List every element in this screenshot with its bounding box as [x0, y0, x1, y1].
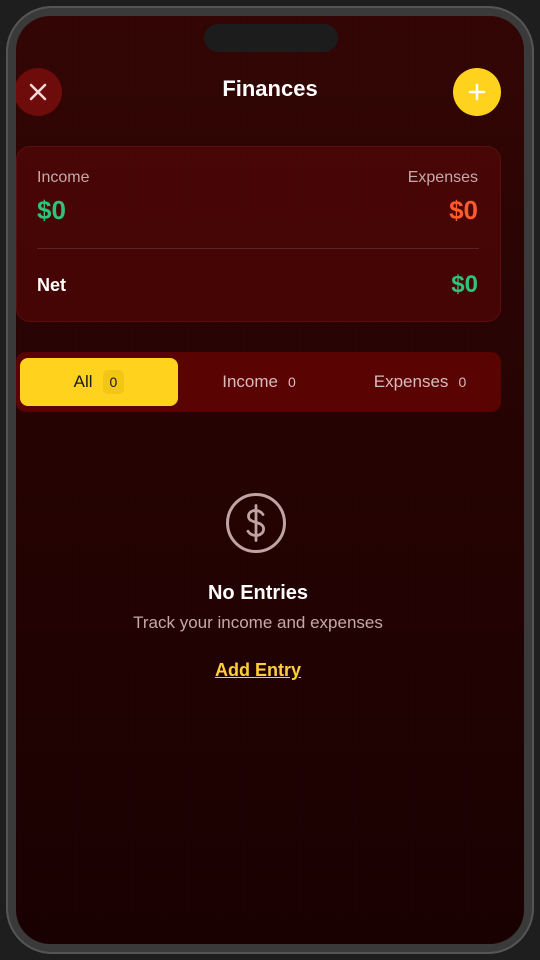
add-button[interactable] [453, 68, 501, 116]
net-label: Net [37, 275, 67, 295]
expenses-amount: $0 [449, 195, 478, 225]
dollar-circle-icon [226, 493, 286, 553]
income-amount: $0 [37, 195, 66, 225]
empty-state-title: No Entries [207, 582, 309, 604]
filter-tabs: All 0 Income 0 Expenses 0 [16, 352, 501, 412]
tab-count: 0 [102, 370, 125, 394]
tab-count: 0 [458, 374, 467, 390]
tab-expenses[interactable]: Expenses 0 [342, 358, 498, 406]
tab-label: Expenses [373, 372, 449, 391]
tab-label: Income [222, 372, 278, 391]
net-amount: $0 [451, 271, 478, 298]
header: Finances [16, 16, 524, 146]
plus-icon [468, 83, 486, 101]
income-label: Income [37, 169, 90, 186]
expenses-label: Expenses [407, 169, 478, 186]
tab-all[interactable]: All 0 [20, 358, 178, 406]
summary-card: Income $0 Expenses $0 Net $0 [16, 146, 501, 322]
summary-divider [37, 248, 479, 249]
tab-count: 0 [287, 374, 296, 390]
add-entry-link[interactable]: Add Entry [16, 660, 500, 681]
tab-label: All [73, 372, 93, 391]
page-title: Finances [222, 76, 318, 101]
empty-state-subtitle: Track your income and expenses [133, 613, 383, 632]
app-screen: Finances Income $0 Expenses $0 Net $0 Al… [16, 16, 524, 944]
tab-income[interactable]: Income 0 [184, 358, 334, 406]
